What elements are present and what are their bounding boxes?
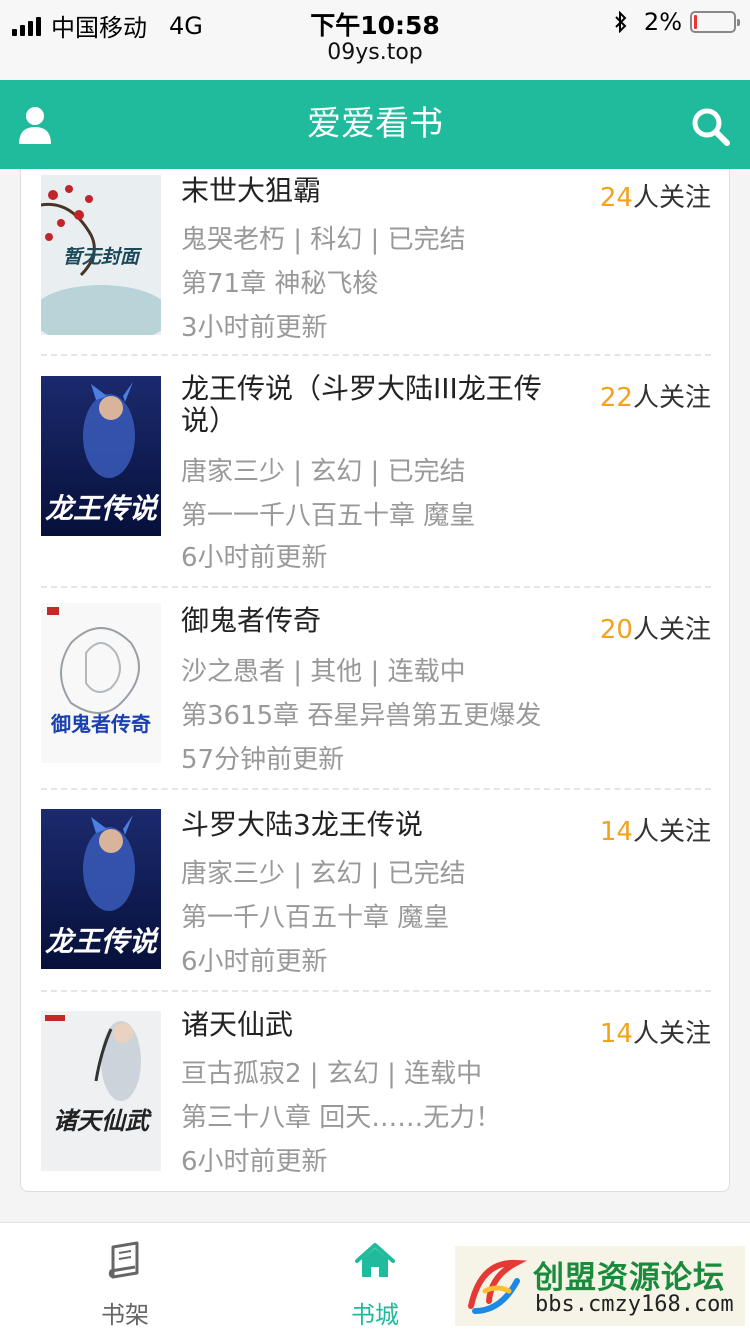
list-item[interactable]: 诸天仙武 诸天仙武 14人关注 亘古孤寂2 | 玄幻 | 连载中 第三十八章 回… xyxy=(21,1001,729,1191)
follow-count: 20人关注 xyxy=(599,615,711,645)
book-meta: 唐家三少 | 玄幻 | 已完结 xyxy=(181,859,466,889)
divider xyxy=(41,586,711,588)
list-item[interactable]: 暂无封面 末世大狙霸 24人关注 鬼哭老朽 | 科幻 | 已完结 第71章 神秘… xyxy=(21,169,729,355)
cover-text: 御鬼者传奇 xyxy=(50,712,151,736)
status-bar: 中国移动 4G 下午10:58 09ys.top 2% xyxy=(0,0,750,80)
page-title: 爱爱看书 xyxy=(307,104,443,144)
watermark: 创盟资源论坛 bbs.cmzy168.com xyxy=(455,1246,745,1326)
divider xyxy=(41,354,711,356)
tab-bookshelf[interactable]: 书架 xyxy=(55,1223,195,1334)
latest-chapter[interactable]: 第3615章 吞星异兽第五更爆发 xyxy=(181,695,541,732)
bluetooth-icon xyxy=(615,11,627,33)
book-meta: 亘古孤寂2 | 玄幻 | 连载中 xyxy=(181,1059,483,1089)
book-title[interactable]: 龙王传说（斗罗大陆III龙王传说） xyxy=(181,373,581,437)
update-time: 6小时前更新 xyxy=(181,1147,328,1177)
book-cover[interactable]: 诸天仙武 xyxy=(41,1011,161,1171)
latest-chapter[interactable]: 第71章 神秘飞梭 xyxy=(181,263,378,300)
follow-count: 14人关注 xyxy=(599,817,711,847)
update-time: 57分钟前更新 xyxy=(181,745,345,775)
latest-chapter[interactable]: 第一一千八百五十章 魔皇 xyxy=(181,495,475,532)
battery-percent: 2% xyxy=(643,8,682,36)
update-time: 6小时前更新 xyxy=(181,947,328,977)
list-item[interactable]: 龙王传说 斗罗大陆3龙王传说 14人关注 唐家三少 | 玄幻 | 已完结 第一千… xyxy=(21,799,729,989)
update-time: 6小时前更新 xyxy=(181,543,328,573)
cover-text: 龙王传说 xyxy=(45,925,160,958)
watermark-title: 创盟资源论坛 xyxy=(533,1260,725,1296)
watermark-url: bbs.cmzy168.com xyxy=(535,1292,734,1317)
book-cover[interactable]: 龙王传说 xyxy=(41,376,161,536)
update-time: 3小时前更新 xyxy=(181,313,328,343)
list-item[interactable]: 御鬼者传奇 御鬼者传奇 20人关注 沙之愚者 | 其他 | 连载中 第3615章… xyxy=(21,597,729,787)
app-header: 爱爱看书 xyxy=(0,80,750,169)
watermark-logo-icon xyxy=(468,1259,527,1314)
battery-icon xyxy=(690,11,740,33)
book-meta: 唐家三少 | 玄幻 | 已完结 xyxy=(181,457,466,487)
follow-count: 24人关注 xyxy=(599,183,711,213)
tab-bookshelf-label: 书架 xyxy=(101,1301,149,1329)
book-list: 暂无封面 末世大狙霸 24人关注 鬼哭老朽 | 科幻 | 已完结 第71章 神秘… xyxy=(20,169,730,1192)
divider xyxy=(41,990,711,992)
latest-chapter[interactable]: 第三十八章 回天……无力！ xyxy=(181,1097,501,1134)
cover-text: 诸天仙武 xyxy=(53,1106,152,1135)
book-title[interactable]: 斗罗大陆3龙王传说 xyxy=(181,809,581,841)
book-icon xyxy=(108,1241,139,1279)
latest-chapter[interactable]: 第一千八百五十章 魔皇 xyxy=(181,897,449,934)
tab-bookstore-label: 书城 xyxy=(351,1301,399,1329)
divider xyxy=(41,788,711,790)
book-cover[interactable]: 龙王传说 xyxy=(41,809,161,969)
list-item[interactable]: 龙王传说 龙王传说（斗罗大陆III龙王传说） 22人关注 唐家三少 | 玄幻 |… xyxy=(21,365,729,585)
book-title[interactable]: 末世大狙霸 xyxy=(181,175,581,207)
home-icon xyxy=(355,1243,395,1277)
book-title[interactable]: 御鬼者传奇 xyxy=(181,605,581,637)
search-icon[interactable] xyxy=(690,106,730,146)
follow-count: 22人关注 xyxy=(599,383,711,413)
book-meta: 沙之愚者 | 其他 | 连载中 xyxy=(181,657,466,687)
book-title[interactable]: 诸天仙武 xyxy=(181,1009,581,1041)
book-meta: 鬼哭老朽 | 科幻 | 已完结 xyxy=(181,225,466,255)
cover-text: 暂无封面 xyxy=(63,246,143,268)
page-url[interactable]: 09ys.top xyxy=(0,40,750,65)
status-right: 2% xyxy=(614,8,740,36)
book-cover[interactable]: 暂无封面 xyxy=(41,175,161,335)
cover-text: 龙王传说 xyxy=(45,492,160,525)
tab-bookstore[interactable]: 书城 xyxy=(305,1223,445,1334)
book-cover[interactable]: 御鬼者传奇 xyxy=(41,603,161,763)
follow-count: 14人关注 xyxy=(599,1019,711,1049)
